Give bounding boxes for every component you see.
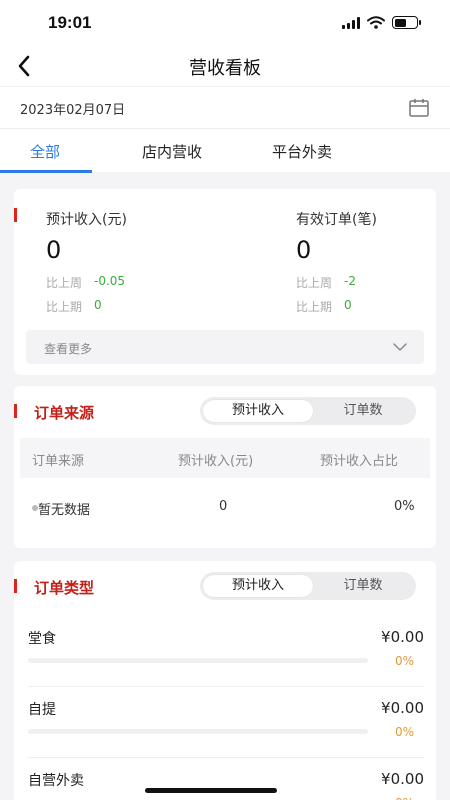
calendar-button[interactable] — [408, 97, 430, 119]
column-header: 预计收入占比 — [320, 454, 399, 469]
order-type-amount: ¥0.00 — [381, 770, 424, 788]
section-marker — [14, 208, 17, 222]
column-header: 预计收入(元) — [178, 454, 254, 469]
page-title: 营收看板 — [189, 58, 261, 79]
order-type-percent: 0% — [394, 654, 414, 668]
order-source-title: 订单来源 — [34, 404, 95, 422]
orders-week-label: 比上周 — [296, 276, 333, 290]
order-type-row-pickup: 自提 ¥0.00 0% — [28, 699, 424, 769]
divider — [28, 757, 424, 758]
tab-bar: 全部 店内营收 平台外卖 — [0, 128, 450, 173]
income-label: 预计收入(元) — [46, 212, 127, 228]
view-more-label: 查看更多 — [44, 342, 93, 356]
wifi-icon — [367, 16, 385, 29]
progress-track — [28, 729, 368, 734]
toggle-income[interactable]: 预计收入 — [203, 575, 313, 597]
table-header: 订单来源 预计收入(元) 预计收入占比 — [20, 438, 430, 478]
income-value: 0 — [46, 236, 62, 264]
column-header: 订单来源 — [32, 454, 85, 469]
toggle-order-count[interactable]: 订单数 — [313, 575, 413, 597]
order-type-row-self-delivery: 自营外卖 ¥0.00 0% — [28, 770, 424, 800]
summary-card: 预计收入(元) 0 比上周 -0.05 比上期 0 有效订单(笔) 0 比上周 … — [14, 189, 436, 375]
tab-in-store[interactable]: 店内营收 — [142, 141, 202, 162]
order-type-percent: 0% — [395, 796, 414, 800]
section-marker — [14, 404, 17, 418]
status-icons — [342, 16, 421, 29]
section-marker — [14, 579, 17, 593]
nav-bar: 营收看板 — [0, 46, 450, 86]
row-source-name: 暂无数据 — [38, 503, 91, 518]
calendar-icon — [409, 99, 429, 117]
date-row: 2023年02月07日 — [0, 86, 450, 128]
income-week-value: -0.05 — [94, 274, 126, 288]
order-type-row-dine-in: 堂食 ¥0.00 0% — [28, 628, 424, 698]
chevron-down-icon — [393, 343, 407, 351]
orders-period-value: 0 — [344, 298, 352, 312]
battery-icon — [392, 16, 421, 29]
order-type-percent: 0% — [394, 725, 414, 739]
orders-label: 有效订单(笔) — [296, 212, 377, 228]
divider — [28, 686, 424, 687]
order-source-toggle: 预计收入 订单数 — [200, 397, 416, 425]
income-period-label: 比上期 — [46, 300, 83, 314]
home-indicator — [145, 788, 277, 793]
orders-value: 0 — [296, 236, 312, 264]
income-week-label: 比上周 — [46, 276, 83, 290]
income-period-value: 0 — [94, 298, 102, 312]
order-type-toggle: 预计收入 订单数 — [200, 572, 416, 600]
view-more-button[interactable]: 查看更多 — [26, 330, 424, 364]
selected-date: 2023年02月07日 — [20, 103, 126, 118]
order-type-title: 订单类型 — [34, 579, 95, 597]
order-type-card: 订单类型 预计收入 订单数 堂食 ¥0.00 0% 自提 ¥0.00 0% 自营… — [14, 561, 436, 800]
order-type-name: 堂食 — [28, 631, 56, 647]
toggle-income[interactable]: 预计收入 — [203, 400, 313, 422]
toggle-order-count[interactable]: 订单数 — [313, 400, 413, 422]
status-bar: 19:01 — [0, 0, 450, 46]
order-type-amount: ¥0.00 — [381, 628, 424, 646]
status-time: 19:01 — [48, 13, 92, 32]
orders-period-label: 比上期 — [296, 300, 333, 314]
order-type-amount: ¥0.00 — [381, 699, 424, 717]
order-source-card: 订单来源 预计收入 订单数 订单来源 预计收入(元) 预计收入占比 暂无数据 0… — [14, 386, 436, 548]
row-ratio: 0% — [394, 499, 415, 514]
tab-delivery-platform[interactable]: 平台外卖 — [272, 141, 332, 162]
progress-track — [28, 658, 368, 663]
orders-week-value: -2 — [344, 274, 356, 288]
active-tab-indicator — [0, 170, 92, 173]
tab-all[interactable]: 全部 — [30, 141, 60, 162]
order-type-name: 自提 — [28, 702, 56, 718]
row-income: 0 — [219, 499, 228, 514]
cellular-signal-icon — [342, 16, 360, 29]
order-type-name: 自营外卖 — [28, 773, 84, 789]
